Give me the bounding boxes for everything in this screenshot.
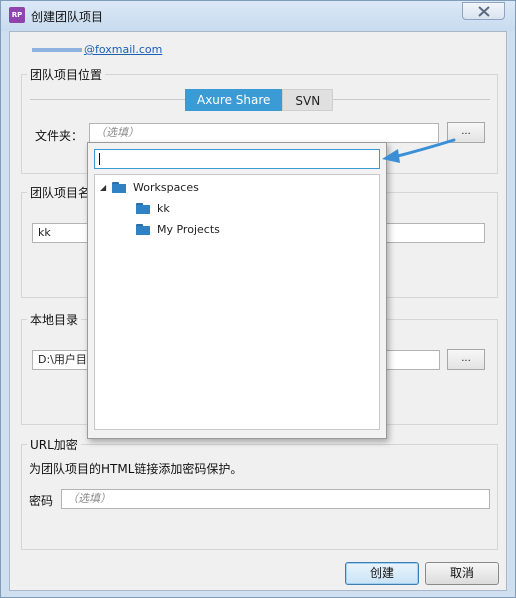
url-encryption-description: 为团队项目的HTML链接添加密码保护。 — [29, 462, 243, 476]
location-group-legend: 团队项目位置 — [30, 68, 103, 82]
local-directory-browse-button[interactable]: ... — [447, 349, 485, 370]
tab-axure-share[interactable]: Axure Share — [185, 89, 283, 111]
folder-search-input[interactable] — [94, 149, 380, 169]
email-domain-text: @foxmail.com — [84, 43, 163, 56]
folder-icon — [112, 181, 126, 193]
password-input[interactable]: （选填） — [61, 489, 490, 509]
tree-item-label: kk — [157, 201, 170, 215]
local-directory-legend: 本地目录 — [30, 313, 79, 327]
tree-item-label: My Projects — [157, 222, 220, 236]
close-icon — [478, 6, 490, 17]
folder-tree: ◢ Workspaces kk My Projects — [94, 174, 380, 430]
axure-rp-app-icon: RP — [9, 7, 25, 23]
name-group-legend: 团队项目名 — [30, 186, 91, 200]
folder-icon — [136, 202, 150, 214]
tree-item-label: Workspaces — [133, 180, 199, 194]
host-tabs: Axure Share SVN — [185, 89, 334, 111]
folder-icon — [136, 223, 150, 235]
tree-item-workspaces[interactable]: ◢ Workspaces — [100, 177, 199, 197]
url-encryption-legend: URL加密 — [30, 438, 78, 452]
cancel-button[interactable]: 取消 — [425, 562, 499, 585]
folder-picker-popup: ◢ Workspaces kk My Projects — [87, 142, 387, 439]
tree-item-kk[interactable]: kk — [136, 198, 170, 218]
password-label: 密码 — [29, 494, 54, 508]
create-button[interactable]: 创建 — [345, 562, 419, 585]
text-caret — [99, 153, 100, 165]
annotation-arrow-icon — [382, 138, 456, 163]
expand-triangle-icon[interactable]: ◢ — [100, 183, 112, 192]
account-email-link[interactable]: @foxmail.com — [32, 43, 162, 56]
tree-item-my-projects[interactable]: My Projects — [136, 219, 220, 239]
tab-svn[interactable]: SVN — [282, 89, 334, 111]
close-button[interactable] — [462, 2, 505, 20]
folder-label: 文件夹： — [35, 129, 84, 143]
title-bar[interactable]: RP 创建团队项目 — [1, 1, 515, 31]
redacted-email-prefix — [32, 48, 82, 52]
window-title: 创建团队项目 — [31, 10, 104, 24]
